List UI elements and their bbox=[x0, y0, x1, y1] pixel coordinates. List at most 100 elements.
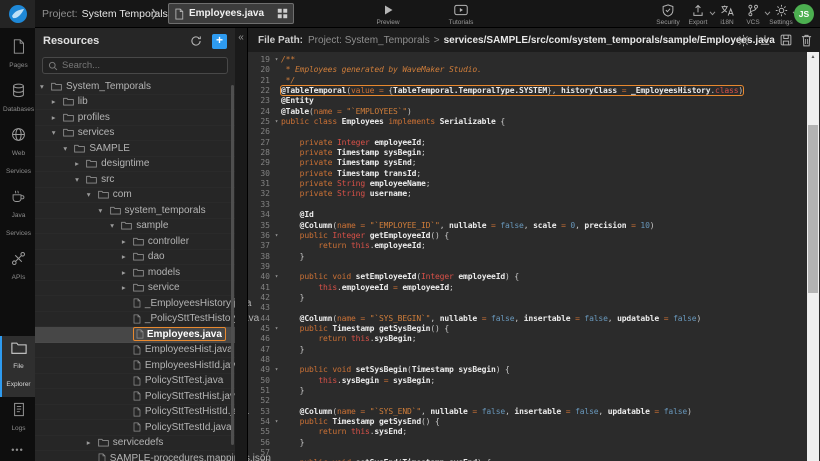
tree-item-system-temporals[interactable]: ▾system_temporals bbox=[35, 203, 235, 219]
refresh-icon[interactable] bbox=[190, 35, 202, 47]
tree-item-dao[interactable]: ▸dao bbox=[35, 250, 235, 266]
collapse-panel-icon[interactable]: « bbox=[235, 32, 247, 43]
tree-item-label: PolicySttTest.java bbox=[145, 375, 223, 386]
sidebar-item-label: Databases bbox=[3, 106, 34, 113]
sidebar-item-label: APIs bbox=[12, 274, 26, 281]
tree-item-designtime[interactable]: ▸designtime bbox=[35, 157, 235, 173]
fold-toggle-icon[interactable]: ▾ bbox=[272, 272, 281, 282]
sidebar-item-databases[interactable]: Databases bbox=[0, 78, 35, 122]
chevron-down-icon[interactable]: ▾ bbox=[110, 221, 121, 230]
sidebar-item-file-explorer[interactable]: File Explorer bbox=[0, 336, 35, 397]
chevron-right-icon[interactable]: ▸ bbox=[87, 438, 98, 447]
tree-item-employeeshistid-java[interactable]: EmployeesHistId.java bbox=[35, 358, 235, 374]
folder-icon bbox=[110, 206, 121, 215]
grid-icon[interactable] bbox=[277, 8, 288, 19]
tutorials-button[interactable]: Tutorials bbox=[441, 3, 481, 26]
file-icon bbox=[133, 345, 141, 355]
app-logo[interactable] bbox=[0, 0, 35, 28]
sidebar-item-pages[interactable]: Pages bbox=[0, 34, 35, 78]
sidebar-item-apis[interactable]: APIs bbox=[0, 246, 35, 290]
code-line-29: 29 private Timestamp sysEnd; bbox=[252, 158, 820, 168]
scrollbar-thumb[interactable] bbox=[808, 125, 818, 293]
fold-toggle-icon[interactable]: ▾ bbox=[272, 417, 281, 427]
tree-item-sample[interactable]: ▾SAMPLE bbox=[35, 141, 235, 157]
file-icon bbox=[133, 391, 141, 401]
fold-toggle-icon[interactable]: ▾ bbox=[272, 365, 281, 375]
chevron-right-icon[interactable]: ▸ bbox=[52, 97, 63, 106]
chevron-down-icon[interactable]: ▾ bbox=[75, 175, 86, 184]
sidebar-item-label: File Explorer bbox=[6, 363, 30, 388]
tree-item-policystttesthistid-java[interactable]: PolicySttTestHistId.java bbox=[35, 405, 235, 421]
databases-icon bbox=[3, 83, 34, 98]
tree-item-com[interactable]: ▾com bbox=[35, 188, 235, 204]
tree-item-employeeshist-java[interactable]: EmployeesHist.java bbox=[35, 343, 235, 359]
tree-item-models[interactable]: ▸models bbox=[35, 265, 235, 281]
tree-item-profiles[interactable]: ▸profiles bbox=[35, 110, 235, 126]
sidebar-item-java-services[interactable]: Java Services bbox=[0, 184, 35, 246]
tree-item--employeeshistory-java[interactable]: _EmployeesHistory.java bbox=[35, 296, 235, 312]
tree-item-lib[interactable]: ▸lib bbox=[35, 95, 235, 111]
tree-item-label: EmployeesHist.java bbox=[145, 344, 233, 355]
tree-item-system-temporals[interactable]: ▾System_Temporals bbox=[35, 79, 235, 95]
chevron-down-icon[interactable]: ▾ bbox=[52, 128, 63, 137]
sidebar-item-web-services[interactable]: Web Services bbox=[0, 122, 35, 184]
tree-item-service[interactable]: ▸service bbox=[35, 281, 235, 297]
editor-scrollbar[interactable]: ▲ bbox=[807, 52, 819, 461]
fold-toggle-icon[interactable]: ▾ bbox=[272, 324, 281, 334]
fold-toggle-icon[interactable]: ▾ bbox=[272, 55, 281, 65]
editor-settings-gear-icon[interactable] bbox=[737, 34, 750, 47]
folder-icon bbox=[133, 237, 144, 246]
code-line-55: 55 return this.sysEnd; bbox=[252, 427, 820, 437]
code-line-20: 20 * Employees generated by WaveMaker St… bbox=[252, 65, 820, 75]
fold-toggle-icon[interactable]: ▾ bbox=[272, 231, 281, 241]
sidebar-item-label: Logs bbox=[11, 425, 25, 432]
chevron-right-icon[interactable]: ▸ bbox=[122, 268, 133, 277]
code-text: * Employees generated by WaveMaker Studi… bbox=[281, 65, 482, 74]
chevron-right-icon[interactable]: ▸ bbox=[52, 113, 63, 122]
project-breadcrumb[interactable]: Project: System Temporals bbox=[42, 0, 168, 28]
download-icon[interactable] bbox=[759, 34, 771, 47]
line-number: 47 bbox=[252, 345, 270, 355]
chevron-down-icon[interactable]: ▾ bbox=[87, 190, 98, 199]
tree-item-policystttestid-java[interactable]: PolicySttTestId.java bbox=[35, 420, 235, 436]
tree-item-controller[interactable]: ▸controller bbox=[35, 234, 235, 250]
tree-item-services[interactable]: ▾services bbox=[35, 126, 235, 142]
add-resource-button[interactable]: + bbox=[212, 34, 227, 49]
sidebar-overflow-button[interactable]: ••• bbox=[0, 441, 35, 461]
tree-scrollbar[interactable] bbox=[231, 85, 234, 445]
tree-item--policystttesthistory-java[interactable]: _PolicySttTestHistory.java bbox=[35, 312, 235, 328]
tree-item-label: PolicySttTestHist.java bbox=[145, 391, 241, 402]
logs-icon bbox=[3, 402, 34, 417]
tree-item-policystttest-java[interactable]: PolicySttTest.java bbox=[35, 374, 235, 390]
chevron-right-icon[interactable]: ▸ bbox=[75, 159, 86, 168]
sidebar-item-logs[interactable]: Logs bbox=[0, 397, 35, 441]
trash-icon[interactable] bbox=[801, 34, 812, 47]
tree-item-sample-procedures-mappings-json[interactable]: SAMPLE-procedures.mappings.json bbox=[35, 451, 235, 461]
chevron-right-icon[interactable]: ▸ bbox=[122, 283, 133, 292]
search-input[interactable] bbox=[62, 60, 212, 71]
scroll-up-arrow[interactable]: ▲ bbox=[807, 52, 819, 62]
code-line-28: 28 private Timestamp sysBegin; bbox=[252, 148, 820, 158]
top-bar: Project: System Temporals Employees.java… bbox=[0, 0, 820, 28]
tree-item-src[interactable]: ▾src bbox=[35, 172, 235, 188]
code-text: } bbox=[281, 293, 304, 302]
chevron-right-icon[interactable]: ▸ bbox=[122, 237, 133, 246]
user-avatar[interactable]: JS bbox=[794, 4, 814, 24]
chevron-down-icon[interactable]: ▾ bbox=[63, 144, 74, 153]
chevron-down-icon[interactable]: ▾ bbox=[99, 206, 110, 215]
preview-button[interactable]: Preview bbox=[368, 3, 408, 26]
tree-item-servicedefs[interactable]: ▸servicedefs bbox=[35, 436, 235, 452]
chevron-down-icon[interactable]: ▾ bbox=[40, 82, 51, 91]
code-line-36: 36▾ public Integer getEmployeeId() { bbox=[252, 231, 820, 241]
code-editor[interactable]: 19▾/**20 * Employees generated by WaveMa… bbox=[248, 52, 820, 461]
file-icon bbox=[174, 8, 184, 20]
tree-item-policystttesthist-java[interactable]: PolicySttTestHist.java bbox=[35, 389, 235, 405]
tree-item-employees-java[interactable]: Employees.java bbox=[35, 327, 235, 343]
fold-toggle-icon[interactable]: ▾ bbox=[272, 117, 281, 127]
chevron-right-icon[interactable]: ▸ bbox=[122, 252, 133, 261]
resource-search[interactable] bbox=[42, 57, 228, 74]
tree-item-sample[interactable]: ▾sample bbox=[35, 219, 235, 235]
save-icon[interactable] bbox=[780, 34, 792, 46]
folder-icon bbox=[63, 97, 74, 106]
tab-employees-java[interactable]: Employees.java bbox=[168, 3, 294, 24]
